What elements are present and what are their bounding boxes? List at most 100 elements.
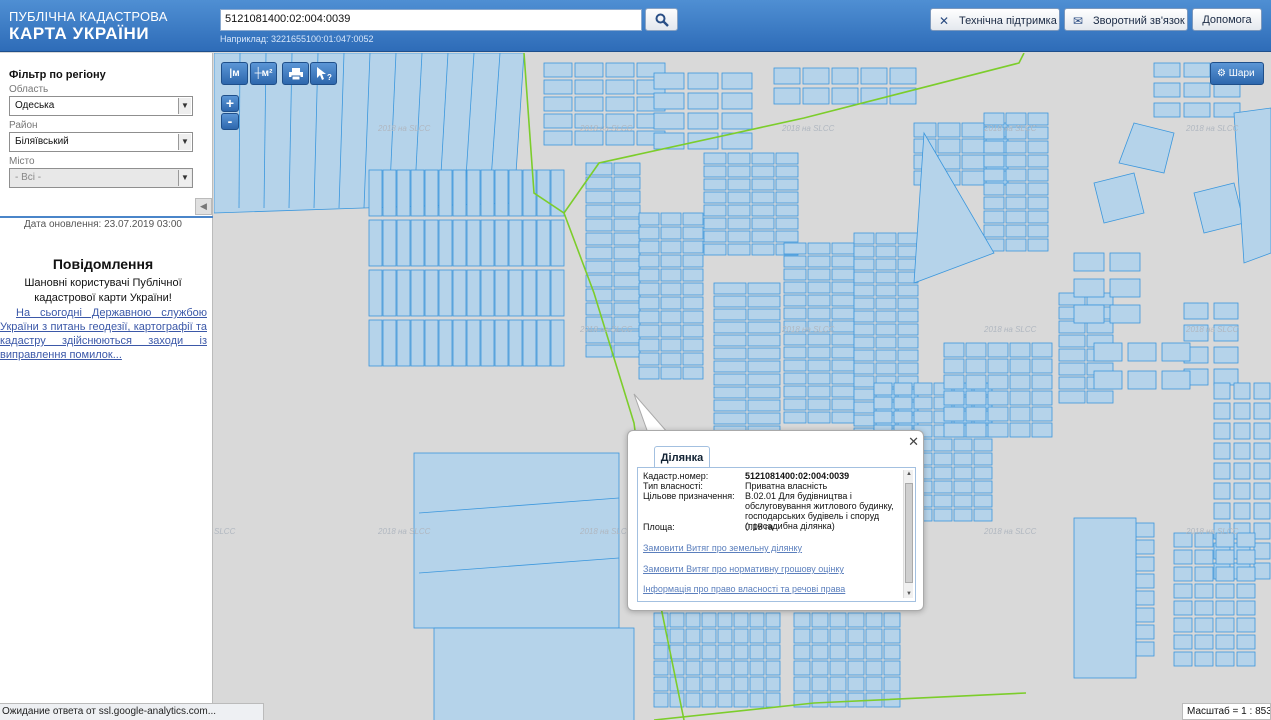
land-parcel [1173, 600, 1193, 616]
print-button[interactable] [282, 62, 309, 85]
land-parcel [747, 347, 781, 360]
popup-scrollbar[interactable]: ▲ ▼ [903, 470, 913, 598]
land-parcel [807, 333, 831, 346]
land-parcel [638, 268, 660, 282]
update-date: Дата оновлення: 23.07.2019 03:00 [24, 219, 182, 230]
land-parcel [943, 342, 965, 358]
field-key: Цільове призначення: [643, 491, 735, 501]
scroll-thumb[interactable] [905, 483, 913, 583]
land-parcel [783, 372, 807, 385]
land-parcel [613, 288, 641, 302]
measure-area-button[interactable]: ┼м² [250, 62, 277, 85]
land-parcel [713, 282, 747, 295]
land-parcel [831, 398, 855, 411]
land-parcel [853, 310, 875, 323]
land-parcel [727, 165, 751, 178]
land-parcel [973, 508, 993, 522]
land-parcel [682, 212, 704, 226]
cadastral-search-input[interactable]: 5121081400:02:004:0039 [220, 9, 642, 31]
land-parcel [983, 196, 1005, 210]
region-select[interactable]: Одеська ▼ [9, 96, 193, 116]
land-parcel [783, 242, 807, 255]
land-parcel [873, 382, 893, 396]
search-example-hint: Наприклад: 3221655100:01:047:0052 [220, 34, 374, 44]
close-icon[interactable]: ✕ [908, 434, 919, 450]
land-parcel [1236, 651, 1256, 667]
land-parcel [1005, 140, 1027, 154]
land-parcel [765, 676, 781, 692]
land-parcel [897, 349, 919, 362]
land-parcel [1236, 532, 1256, 548]
land-parcel [1005, 182, 1027, 196]
collapse-sidebar-button[interactable]: ◀ [195, 198, 212, 215]
land-parcel [865, 676, 883, 692]
land-parcel [953, 452, 973, 466]
scroll-up-icon[interactable]: ▲ [905, 471, 913, 477]
land-parcel [703, 165, 727, 178]
measure-length-button[interactable]: |м [221, 62, 248, 85]
map-watermark: 2018 на SLCC [580, 325, 633, 334]
land-parcel [682, 268, 704, 282]
tech-support-button[interactable]: ✕ Технічна підтримка [930, 8, 1060, 31]
zoom-in-button[interactable]: + [221, 95, 239, 112]
land-parcel [875, 245, 897, 258]
land-parcel [1183, 82, 1211, 98]
land-parcel [703, 217, 727, 230]
notice-link[interactable]: На сьогодні Державною службою України з … [0, 306, 207, 362]
land-parcel [751, 165, 775, 178]
layers-button[interactable]: ⚙ Шари [1210, 62, 1264, 85]
cadastral-map[interactable]: 2018 на SLCC 2018 на SLCC 2018 на SLCC 2… [214, 53, 1271, 720]
land-parcel [807, 359, 831, 372]
land-parcel [382, 169, 397, 217]
land-parcel [713, 308, 747, 321]
land-parcel [660, 366, 682, 380]
land-parcel [751, 204, 775, 217]
field-ownership-type: Тип власності: Приватна власність [643, 481, 903, 491]
app-logo[interactable]: ПУБЛІЧНА КАДАСТРОВА КАРТА УКРАЇНИ [9, 10, 168, 42]
search-button[interactable] [645, 8, 678, 31]
land-parcel [1027, 196, 1049, 210]
land-parcel [749, 660, 765, 676]
land-parcel [1183, 302, 1209, 320]
land-parcel [1093, 342, 1123, 362]
land-parcel [1253, 402, 1271, 420]
scroll-down-icon[interactable]: ▼ [905, 591, 913, 597]
feedback-button[interactable]: ✉ Зворотний зв'язок [1064, 8, 1188, 31]
land-parcel [494, 169, 509, 217]
land-parcel [883, 612, 901, 628]
ownership-info-link[interactable]: Інформація про право власності та речові… [643, 584, 845, 594]
order-extract-link[interactable]: Замовити Витяг про земельну ділянку [643, 543, 802, 553]
land-parcel [613, 260, 641, 274]
city-select[interactable]: - Всі - ▼ [9, 168, 193, 188]
identify-button[interactable]: ? [310, 62, 337, 85]
land-parcel [953, 494, 973, 508]
popup-content[interactable]: Кадастр.номер: 5121081400:02:004:0039 Тип… [637, 468, 916, 602]
land-parcel [933, 480, 953, 494]
land-parcel [368, 269, 383, 317]
land-parcel [853, 297, 875, 310]
land-parcel [1093, 172, 1145, 224]
land-parcel [747, 373, 781, 386]
land-parcel [717, 676, 733, 692]
land-parcel [747, 386, 781, 399]
help-button[interactable]: Допомога [1192, 8, 1262, 31]
land-parcel [1236, 634, 1256, 650]
tab-parcel[interactable]: Ділянка [654, 446, 710, 468]
land-parcel [802, 87, 830, 105]
land-parcel [1253, 522, 1271, 540]
sidebar: Фільтр по регіону Область Одеська ▼ Райо… [0, 53, 213, 720]
land-parcel [1005, 238, 1027, 252]
land-parcel [410, 319, 425, 367]
map-watermark: 2018 на SLCC [1186, 325, 1239, 334]
zoom-out-button[interactable]: - [221, 113, 239, 130]
land-parcel [717, 692, 733, 708]
land-parcel [811, 676, 829, 692]
parcel-layer[interactable] [214, 53, 1271, 720]
land-parcel [1213, 82, 1241, 98]
gear-icon: ⚙ [1217, 68, 1226, 79]
district-select[interactable]: Біляївський ▼ [9, 132, 193, 152]
land-parcel [807, 372, 831, 385]
land-parcel [1118, 122, 1175, 174]
order-valuation-link[interactable]: Замовити Витяг про нормативну грошову оц… [643, 564, 844, 574]
land-parcel [613, 218, 641, 232]
